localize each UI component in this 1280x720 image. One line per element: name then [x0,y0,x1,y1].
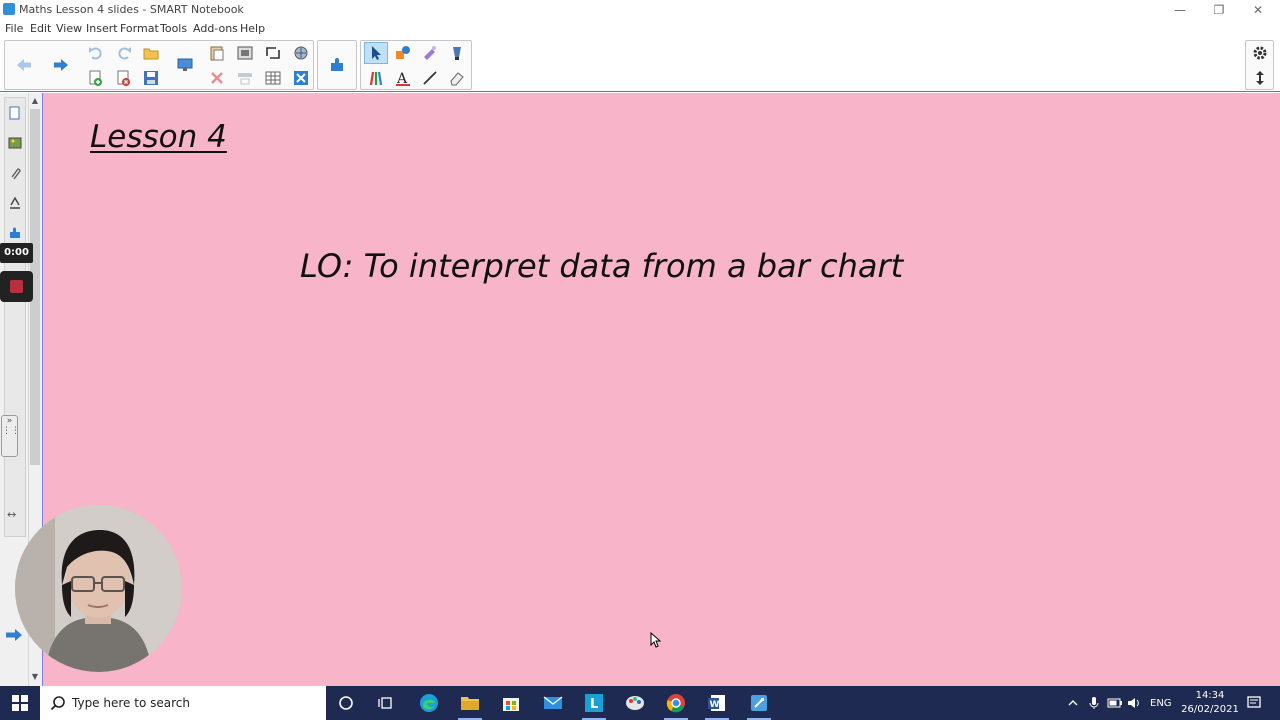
recording-timer: 0:00 [0,243,33,263]
back-arrow-icon[interactable] [13,54,35,76]
slide-canvas[interactable]: Lesson 4 LO: To interpret data from a ba… [42,93,1280,686]
file-explorer-icon[interactable] [450,686,490,720]
screenshade-icon[interactable] [233,42,257,64]
title-bar: Maths Lesson 4 slides - SMART Notebook —… [0,0,1280,20]
search-placeholder: Type here to search [72,696,190,710]
clock-date: 26/02/2021 [1181,704,1239,715]
magic-pen-icon[interactable] [418,42,442,64]
stop-icon [10,280,23,293]
taskbar-search-input[interactable]: Type here to search [40,686,326,720]
lesson-title[interactable]: Lesson 4 [90,119,227,155]
side-tabs [4,97,26,537]
toolbar-group-tools: A [360,40,472,90]
fill-icon[interactable] [445,42,469,64]
lines-icon[interactable] [418,67,442,89]
close-button[interactable]: ✕ [1238,0,1278,20]
store-icon[interactable] [491,686,531,720]
attachments-tab-icon[interactable] [6,162,24,184]
shapes-icon[interactable] [391,42,415,64]
clock-time: 14:34 [1195,690,1225,701]
add-ons-puzzle-icon[interactable] [325,54,349,76]
move-toolbar-icon[interactable] [1248,67,1272,89]
cortana-icon[interactable] [326,686,366,720]
redo-icon[interactable] [112,42,136,64]
panel-grip-icon[interactable]: » ⋮⋮ [1,415,20,457]
system-clock[interactable]: 14:34 26/02/2021 [1178,689,1242,717]
app-icon [3,3,15,15]
delete-icon[interactable] [205,67,229,89]
forward-arrow-icon[interactable] [50,54,72,76]
webcam-overlay [15,505,182,672]
word-icon[interactable]: W [697,686,737,720]
add-page-icon[interactable] [84,67,108,89]
select-icon[interactable] [364,42,388,64]
restore-button[interactable]: ❐ [1199,0,1239,20]
menu-view[interactable]: View [56,22,82,35]
volume-icon[interactable] [1127,686,1141,720]
edge-browser-icon[interactable] [409,686,449,720]
text-icon[interactable]: A [391,67,415,89]
language-indicator[interactable]: ENG [1150,686,1172,720]
search-icon [50,696,65,711]
main-toolbar: A [0,38,1280,92]
menu-file[interactable]: File [5,22,23,35]
add-ons-tab-icon[interactable] [6,222,24,244]
properties-tab-icon[interactable] [6,192,24,214]
screenshade-toggle-icon[interactable] [233,67,257,89]
scroll-down-arrow-icon[interactable]: ▼ [30,671,40,683]
menu-insert[interactable]: Insert [86,22,118,35]
smart-notebook-window: Maths Lesson 4 slides - SMART Notebook —… [0,0,1280,720]
toolbar-group-settings [1245,40,1274,90]
stop-recording-button[interactable] [0,271,33,302]
task-view-icon[interactable] [366,686,406,720]
table-icon[interactable] [261,67,285,89]
close-document-icon[interactable] [289,67,313,89]
settings-icon[interactable] [1248,42,1272,64]
paste-icon[interactable] [205,42,229,64]
menu-add-ons[interactable]: Add-ons [193,22,238,35]
eraser-icon[interactable] [445,67,469,89]
paint-app-icon[interactable] [615,686,655,720]
presenter-image [15,505,182,672]
menu-help[interactable]: Help [240,22,265,35]
chrome-icon[interactable] [656,686,696,720]
display-icon[interactable] [173,54,197,76]
window-title: Maths Lesson 4 slides - SMART Notebook [19,3,244,16]
undo-icon[interactable] [84,42,108,64]
next-page-icon[interactable] [5,627,23,646]
show-hidden-icons-icon[interactable] [1066,686,1080,720]
microphone-icon[interactable] [1088,686,1100,720]
menu-tools[interactable]: Tools [160,22,187,35]
gallery-icon[interactable] [289,42,313,64]
mouse-cursor-icon [650,631,662,652]
learning-objective[interactable]: LO: To interpret data from a bar chart [300,247,903,285]
menu-format[interactable]: Format [120,22,159,35]
taskbar: Type here to search L W ENG 14:34 26/02/… [0,686,1280,720]
resize-handle-icon[interactable]: ↔ [7,508,16,521]
pens-icon[interactable] [364,67,388,89]
page-sorter-tab-icon[interactable] [6,102,24,124]
notifications-icon[interactable] [1246,686,1262,720]
save-icon[interactable] [139,67,163,89]
delete-page-icon[interactable] [112,67,136,89]
open-folder-icon[interactable] [139,42,163,64]
toolbar-group-page [4,40,314,90]
gallery-tab-icon[interactable] [6,132,24,154]
menu-edit[interactable]: Edit [30,22,51,35]
scroll-up-arrow-icon[interactable]: ▲ [30,95,40,107]
battery-icon[interactable] [1107,686,1123,720]
minimize-button[interactable]: — [1160,0,1200,20]
svg-text:W: W [710,700,720,710]
svg-text:L: L [590,697,598,712]
windows-start-icon[interactable] [0,686,40,720]
fullscreen-icon[interactable] [261,42,285,64]
mail-icon[interactable] [533,686,573,720]
toolbar-group-addons [317,40,357,90]
l-app-icon[interactable]: L [574,686,614,720]
smart-notebook-taskbar-icon[interactable] [739,686,779,720]
menu-bar: File Edit View Insert Format Tools Add-o… [0,20,1280,38]
